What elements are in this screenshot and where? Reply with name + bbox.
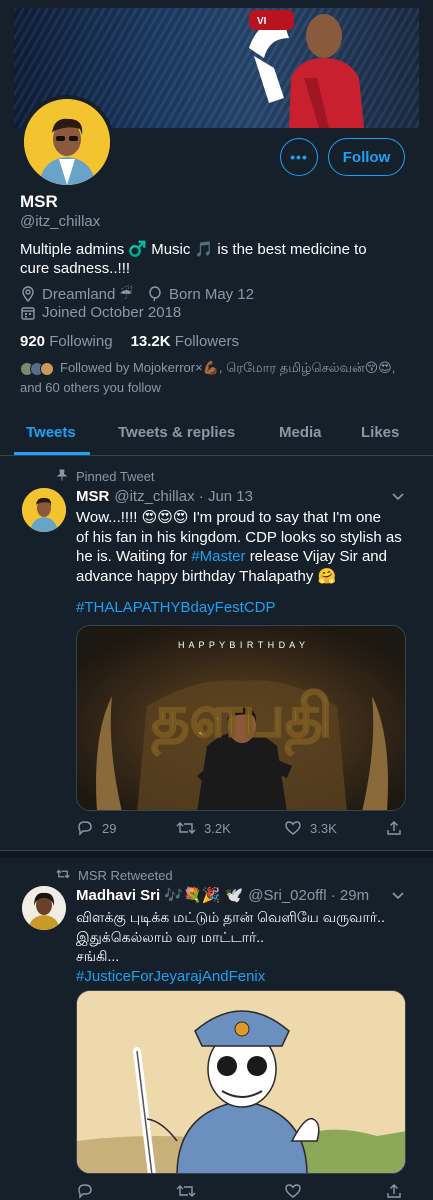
share-icon	[387, 821, 401, 835]
followed-by-line: and 60 others you follow	[20, 380, 161, 395]
retweet-icon	[176, 822, 196, 834]
pinned-label: Pinned Tweet	[76, 469, 155, 484]
tweet-text: விளக்கு புடிக்க மட்டும் தான் வெளியே வருவ…	[76, 908, 421, 986]
following-label: Following	[49, 333, 113, 350]
like-count: 3.3K	[310, 820, 337, 836]
share-button[interactable]	[386, 820, 402, 836]
retweet-button[interactable]	[176, 1183, 196, 1199]
profile-avatar[interactable]	[20, 95, 114, 189]
retweet-icon	[56, 868, 70, 883]
reply-button[interactable]	[76, 1183, 94, 1199]
retweet-icon	[176, 1185, 196, 1197]
active-tab-indicator	[14, 452, 90, 455]
tweet-text-line: advance happy birthday Thalapathy 🤗	[76, 567, 337, 585]
tweet-author-avatar[interactable]	[22, 886, 66, 930]
tweet-actions	[76, 1183, 406, 1200]
profile-name: MSR	[20, 192, 58, 211]
tweet-time[interactable]: · 29m	[331, 887, 369, 904]
tweet-separator	[0, 850, 433, 858]
banner-player-image: VI	[249, 10, 364, 128]
avatar-portrait-image	[22, 886, 66, 930]
profile-bio: Multiple admins ♂️ Music 🎵 is the best m…	[20, 240, 420, 278]
followers-link[interactable]: 13.2K Followers	[131, 333, 239, 350]
media-title: தளபதி	[152, 682, 333, 757]
tweet-author-avatar[interactable]	[22, 488, 66, 532]
retweeted-label: MSR Retweeted	[78, 868, 173, 883]
avatar-portrait-image	[22, 488, 66, 532]
profile-location: Dreamland ☔	[42, 286, 133, 303]
tweet-text-line: இதுக்கெல்லாம் வர மாட்டார்..	[76, 928, 265, 945]
tweet-author-name[interactable]: Madhavi Sri 🎶💐🎉 🕊️	[76, 886, 243, 904]
tweet-author-handle: @itz_chillax	[114, 488, 195, 505]
tweet-text-line: of his fan in his kingdom. CDP looks so …	[76, 528, 402, 546]
heart-icon	[285, 821, 301, 835]
following-count: 920	[20, 333, 46, 350]
mini-avatar	[40, 361, 54, 376]
location-icon	[20, 286, 36, 302]
followers-count: 13.2K	[130, 333, 171, 350]
tweet-text-line: விளக்கு புடிக்க மட்டும் தான் வெளியே வருவ…	[76, 909, 385, 925]
tweet-text-segment: he is. Waiting for	[76, 548, 188, 565]
pinned-tweet-context: Pinned Tweet	[56, 469, 155, 484]
pin-icon	[56, 469, 68, 484]
tab-tweets-replies[interactable]: Tweets & replies	[118, 424, 235, 441]
following-link[interactable]: 920 Following	[20, 333, 113, 350]
profile-meta-row: Dreamland ☔ Born May 12	[20, 285, 254, 303]
heart-icon	[285, 1184, 301, 1198]
birthday-poster-image: H A P P Y B I R T H D A Y தளபதி	[77, 626, 405, 810]
follow-button[interactable]: Follow	[328, 138, 405, 176]
profile-handle: @itz_chillax	[20, 213, 101, 230]
follow-counts: 920 Following 13.2K Followers	[20, 333, 239, 350]
hashtag-link[interactable]: #Master	[191, 548, 245, 565]
tweet-text-line: சங்கி...	[76, 948, 120, 964]
followed-by[interactable]: Followed by Mojokerror×💪🏾, ரெமாேர தமிழ்ச…	[20, 358, 415, 398]
profile-joined: Joined October 2018	[42, 304, 182, 321]
reply-icon	[78, 821, 92, 836]
chevron-down-icon[interactable]	[392, 490, 404, 504]
tweet-text-line: he is. Waiting for #Master release Vijay…	[76, 547, 421, 567]
tweet-media-image[interactable]	[76, 990, 406, 1174]
retweet-context: MSR Retweeted	[56, 868, 173, 883]
reply-count: 29	[102, 820, 117, 836]
svg-text:VI: VI	[257, 16, 267, 27]
tweet-header: Madhavi Sri 🎶💐🎉 🕊️ @Sri_02offl · 29m	[76, 886, 369, 905]
bio-line: cure sadness..!!!	[20, 260, 131, 277]
share-icon	[387, 1184, 401, 1198]
tweet-media-image[interactable]: H A P P Y B I R T H D A Y தளபதி	[76, 625, 406, 811]
hashtag-link[interactable]: #THALAPATHYBdayFestCDP	[76, 598, 276, 618]
hashtag-link[interactable]: #JusticeForJeyarajAndFenix	[76, 967, 421, 987]
tab-tweets[interactable]: Tweets	[26, 424, 76, 441]
tab-media[interactable]: Media	[279, 424, 322, 441]
tweet-actions: 29 3.2K 3.3K	[76, 820, 406, 840]
chevron-down-icon[interactable]	[392, 889, 404, 903]
tweet-text-segment: release Vijay Sir and	[249, 548, 387, 565]
tweet-text-line: Wow...!!!! 😍😍😍 I'm proud to say that I'm…	[76, 509, 381, 526]
tab-likes[interactable]: Likes	[361, 424, 399, 441]
balloon-icon	[147, 286, 163, 302]
followers-label: Followers	[174, 333, 239, 350]
cartoon-policeman-image	[77, 991, 405, 1173]
retweet-count: 3.2K	[204, 820, 231, 836]
followed-by-avatars	[20, 361, 54, 376]
share-button[interactable]	[386, 1183, 402, 1199]
followed-by-line: Followed by Mojokerror×💪🏾, ரெமாேர தமிழ்ச…	[60, 360, 396, 375]
profile-birthday: Born May 12	[168, 285, 255, 303]
reply-icon	[78, 1184, 92, 1199]
tweet-time[interactable]: · Jun 13	[199, 488, 253, 505]
tweet-header: MSR @itz_chillax · Jun 13	[76, 488, 253, 505]
tweet-author-name[interactable]: MSR	[76, 488, 109, 505]
reply-button[interactable]: 29	[76, 820, 116, 836]
calendar-icon	[20, 305, 36, 321]
profile-tabs: Tweets Tweets & replies Media Likes	[0, 410, 433, 456]
tweet-text: Wow...!!!! 😍😍😍 I'm proud to say that I'm…	[76, 508, 421, 586]
avatar-portrait-image	[24, 99, 110, 185]
bio-line: Multiple admins ♂️ Music 🎵 is the best m…	[20, 241, 367, 258]
like-button[interactable]: 3.3K	[284, 820, 337, 836]
like-button[interactable]	[284, 1183, 302, 1199]
more-options-button[interactable]: •••	[280, 138, 318, 176]
profile-joined-row: Joined October 2018	[20, 304, 181, 321]
media-caption: H A P P Y B I R T H D A Y	[178, 640, 306, 650]
retweet-button[interactable]: 3.2K	[176, 820, 231, 836]
tweet-author-handle: @Sri_02offl	[248, 886, 327, 904]
